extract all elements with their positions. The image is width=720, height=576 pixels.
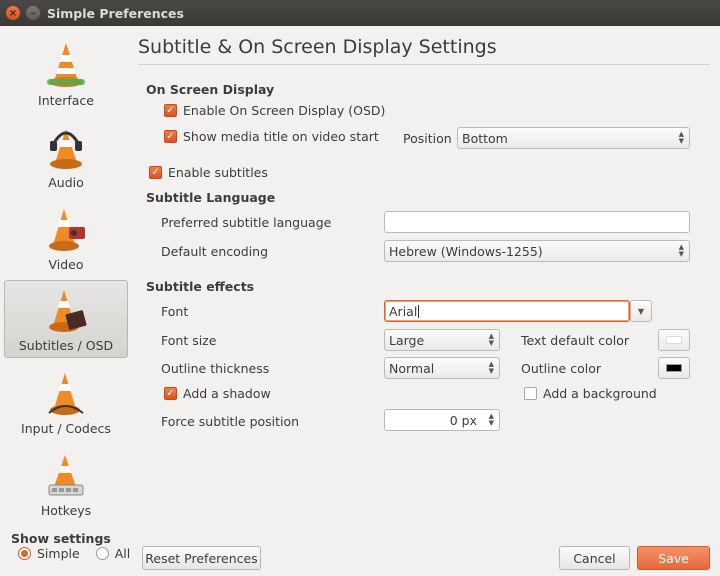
updown-arrows-icon: ▲ ▼	[488, 360, 494, 375]
subtitles-cone-icon	[49, 290, 87, 332]
minimize-window-button[interactable]: –	[26, 6, 40, 20]
sidebar-item-input-codecs[interactable]: Input / Codecs	[4, 362, 128, 440]
default-encoding-value: Hebrew (Windows-1255)	[389, 243, 543, 259]
hotkeys-cone-icon	[48, 455, 84, 496]
sidebar-item-audio[interactable]: Audio	[4, 116, 128, 194]
sidebar-item-label: Audio	[48, 175, 84, 190]
outline-color-label: Outline color	[521, 361, 601, 376]
sidebar-item-label: Input / Codecs	[21, 421, 111, 436]
font-size-label: Font size	[161, 333, 217, 348]
checkbox-checked-icon: ✓	[149, 166, 162, 179]
show-media-title-checkbox[interactable]: ✓ Show media title on video start	[164, 129, 379, 144]
close-icon: ×	[8, 7, 18, 19]
sidebar-item-video[interactable]: Video	[4, 198, 128, 276]
add-shadow-checkbox[interactable]: ✓ Add a shadow	[164, 386, 271, 401]
position-select[interactable]: Bottom ▲ ▼	[457, 127, 690, 149]
checkbox-checked-icon: ✓	[164, 130, 177, 143]
sidebar-item-subtitles-osd[interactable]: Subtitles / OSD	[4, 280, 128, 358]
text-color-swatch	[666, 336, 682, 344]
add-background-checkbox[interactable]: Add a background	[524, 386, 657, 401]
force-position-label: Force subtitle position	[161, 414, 300, 429]
add-shadow-label: Add a shadow	[183, 386, 271, 401]
text-cursor	[418, 304, 420, 318]
font-label: Font	[161, 304, 189, 319]
audio-headphones-cone-icon	[50, 129, 82, 169]
add-background-label: Add a background	[543, 386, 657, 401]
enable-osd-checkbox[interactable]: ✓ Enable On Screen Display (OSD)	[164, 103, 385, 118]
cancel-button[interactable]: Cancel	[559, 546, 630, 570]
updown-arrows-icon: ▲ ▼	[678, 130, 684, 145]
checkbox-checked-icon: ✓	[164, 387, 177, 400]
chevron-down-icon: ▼	[637, 306, 645, 316]
window-title: Simple Preferences	[47, 6, 184, 21]
text-color-label: Text default color	[521, 333, 629, 348]
force-position-value: 0 px	[449, 412, 477, 428]
font-size-select[interactable]: Large ▲ ▼	[384, 329, 500, 351]
subtitle-effects-heading: Subtitle effects	[146, 279, 255, 294]
sidebar-item-label: Subtitles / OSD	[18, 338, 114, 353]
enable-osd-label: Enable On Screen Display (OSD)	[183, 103, 386, 118]
show-media-title-label: Show media title on video start	[183, 129, 379, 144]
radio-simple[interactable]	[18, 547, 31, 560]
position-value: Bottom	[462, 130, 508, 146]
outline-color-button[interactable]	[658, 357, 690, 379]
enable-subtitles-label: Enable subtitles	[168, 165, 268, 180]
default-encoding-select[interactable]: Hebrew (Windows-1255) ▲ ▼	[384, 240, 690, 262]
font-size-value: Large	[389, 332, 425, 348]
preferred-language-label: Preferred subtitle language	[161, 215, 332, 230]
subtitle-language-heading: Subtitle Language	[146, 190, 276, 205]
radio-simple-label: Simple	[37, 546, 80, 561]
checkbox-checked-icon: ✓	[164, 104, 177, 117]
sidebar-item-interface[interactable]: Interface	[4, 34, 128, 112]
show-settings-radio-group: Simple All	[18, 546, 130, 561]
font-dropdown-button[interactable]: ▼	[630, 300, 652, 322]
interface-cone-icon	[47, 43, 85, 87]
minimize-icon: –	[30, 7, 36, 19]
position-label: Position	[403, 131, 452, 146]
radio-all-label: All	[114, 546, 131, 561]
close-window-button[interactable]: ×	[6, 6, 20, 20]
reset-preferences-button[interactable]: Reset Preferences	[142, 546, 261, 570]
title-divider	[138, 64, 710, 65]
input-codecs-cone-icon	[48, 373, 84, 415]
osd-section-heading: On Screen Display	[146, 82, 275, 97]
enable-subtitles-checkbox[interactable]: ✓ Enable subtitles	[149, 165, 268, 180]
sidebar-item-label: Video	[48, 257, 84, 272]
font-input[interactable]: Arial	[384, 300, 630, 322]
page-title: Subtitle & On Screen Display Settings	[138, 36, 497, 58]
sidebar-item-label: Interface	[38, 93, 94, 108]
sidebar-item-hotkeys[interactable]: Hotkeys	[4, 444, 128, 522]
video-cone-icon	[49, 209, 85, 251]
default-encoding-label: Default encoding	[161, 244, 269, 259]
font-value: Arial	[389, 303, 418, 319]
preferences-window: Interface Audio Video Subtitles / OSD In…	[0, 26, 720, 576]
window-titlebar: × – Simple Preferences	[0, 0, 720, 26]
preferred-language-input[interactable]	[384, 211, 690, 233]
outline-thickness-value: Normal	[389, 360, 435, 376]
updown-arrows-icon: ▲ ▼	[488, 332, 494, 347]
outline-thickness-select[interactable]: Normal ▲ ▼	[384, 357, 500, 379]
force-position-spinbox[interactable]: 0 px ▲ ▼	[384, 409, 500, 431]
save-button[interactable]: Save	[637, 546, 710, 570]
sidebar-item-label: Hotkeys	[40, 503, 92, 518]
outline-thickness-label: Outline thickness	[161, 361, 270, 376]
spin-arrows-icon[interactable]: ▲ ▼	[489, 413, 494, 427]
show-settings-label: Show settings	[11, 531, 111, 546]
updown-arrows-icon: ▲ ▼	[678, 243, 684, 258]
text-color-button[interactable]	[658, 329, 690, 351]
outline-color-swatch	[666, 364, 682, 372]
checkbox-unchecked-icon	[524, 387, 537, 400]
radio-all[interactable]	[95, 547, 109, 560]
